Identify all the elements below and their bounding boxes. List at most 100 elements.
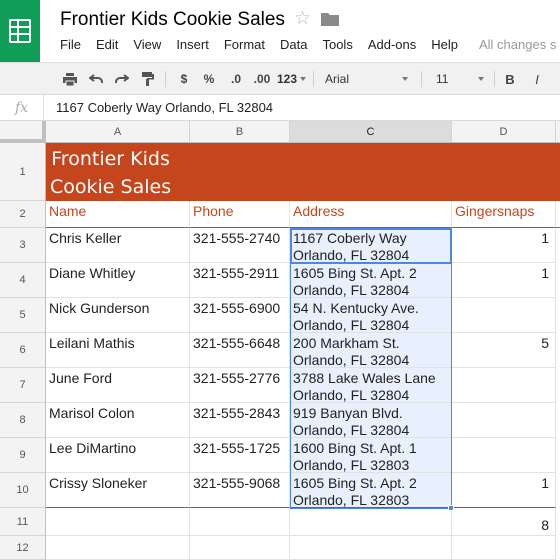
address-line-2: Orlando, FL 32804	[293, 387, 410, 403]
sheets-logo-icon[interactable]	[0, 0, 40, 62]
row-header-3[interactable]: 3	[0, 228, 46, 263]
cell-empty[interactable]	[190, 536, 290, 560]
currency-format-button[interactable]: $	[175, 63, 193, 95]
cell-empty[interactable]	[452, 536, 556, 560]
cell-name[interactable]: Crissy Sloneker	[46, 473, 190, 508]
address-line-1: 919 Banyan Blvd.	[293, 405, 403, 421]
header-cell-gingersnaps[interactable]: Gingersnaps	[452, 201, 556, 228]
header-cell-name[interactable]: Name	[46, 201, 190, 228]
cell-total-gingersnaps[interactable]: 8	[452, 508, 556, 536]
cell-empty[interactable]	[190, 508, 290, 536]
title-banner[interactable]: Frontier Kids Cookie Sales	[46, 143, 560, 201]
row-header-4[interactable]: 4	[0, 263, 46, 298]
cell-empty[interactable]	[46, 508, 190, 536]
font-family-dropdown[interactable]: Arial	[325, 63, 410, 95]
save-status[interactable]: All changes s	[479, 37, 556, 55]
cell-name[interactable]: Diane Whitley	[46, 263, 190, 298]
menu-bar: File Edit View Insert Format Data Tools …	[60, 37, 556, 55]
cell-gingersnaps[interactable]: 5	[452, 333, 556, 368]
row-header-12[interactable]: 12	[0, 536, 46, 560]
cell-name[interactable]: Leilani Mathis	[46, 333, 190, 368]
cell-gingersnaps[interactable]	[452, 403, 556, 438]
fill-handle[interactable]	[448, 505, 454, 511]
column-header-b[interactable]: B	[190, 121, 290, 143]
cell-name[interactable]: Marisol Colon	[46, 403, 190, 438]
cell-name[interactable]: Nick Gunderson	[46, 298, 190, 333]
row-header-11[interactable]: 11	[0, 508, 46, 536]
column-header-a[interactable]: A	[46, 121, 190, 143]
cell-address[interactable]: 1167 Coberly Way Orlando, FL 32804	[290, 228, 452, 263]
select-all-corner[interactable]	[0, 121, 46, 143]
header-cell-e[interactable]: L	[556, 201, 560, 228]
font-size-dropdown[interactable]: 11	[436, 63, 486, 95]
row-header-7[interactable]: 7	[0, 368, 46, 403]
address-line-1: 3788 Lake Wales Lane	[293, 370, 436, 386]
cell-phone[interactable]: 321-555-1725	[190, 438, 290, 473]
menu-add-ons[interactable]: Add-ons	[368, 37, 416, 55]
cell-gingersnaps[interactable]: 1	[452, 473, 556, 508]
cell-gingersnaps[interactable]	[452, 368, 556, 403]
menu-view[interactable]: View	[133, 37, 161, 55]
row-header-5[interactable]: 5	[0, 298, 46, 333]
cell-phone[interactable]: 321-555-6648	[190, 333, 290, 368]
cell-address[interactable]: 1600 Bing St. Apt. 1 Orlando, FL 32803	[290, 438, 452, 473]
menu-insert[interactable]: Insert	[176, 37, 209, 55]
cell-phone[interactable]: 321-555-2776	[190, 368, 290, 403]
cell-empty[interactable]	[46, 536, 190, 560]
header-cell-phone[interactable]: Phone	[190, 201, 290, 228]
row-header-1[interactable]: 1	[0, 143, 46, 201]
star-icon[interactable]: ☆	[294, 7, 311, 30]
column-header-d[interactable]: D	[452, 121, 556, 143]
cell-gingersnaps[interactable]: 1	[452, 228, 556, 263]
cell-address[interactable]: 919 Banyan Blvd. Orlando, FL 32804	[290, 403, 452, 438]
menu-format[interactable]: Format	[224, 37, 265, 55]
column-header-e[interactable]	[556, 121, 560, 143]
cell-empty[interactable]	[290, 536, 452, 560]
row-header-8[interactable]: 8	[0, 403, 46, 438]
increase-decimal-button[interactable]: .00	[250, 63, 274, 95]
column-header-c[interactable]: C	[290, 121, 452, 143]
menu-tools[interactable]: Tools	[322, 37, 352, 55]
bold-button[interactable]: B	[500, 63, 520, 95]
cell-gingersnaps[interactable]	[452, 298, 556, 333]
cell-address[interactable]: 200 Markham St. Orlando, FL 32804	[290, 333, 452, 368]
cell-gingersnaps[interactable]	[452, 438, 556, 473]
cell-name[interactable]: June Ford	[46, 368, 190, 403]
menu-data[interactable]: Data	[280, 37, 307, 55]
cell-gingersnaps[interactable]: 1	[452, 263, 556, 298]
undo-icon[interactable]	[85, 63, 107, 95]
cell-phone[interactable]: 321-555-6900	[190, 298, 290, 333]
row-header-6[interactable]: 6	[0, 333, 46, 368]
cell-phone[interactable]: 321-555-9068	[190, 473, 290, 508]
cell-name[interactable]: Lee DiMartino	[46, 438, 190, 473]
cell-address[interactable]: 54 N. Kentucky Ave. Orlando, FL 32804	[290, 298, 452, 333]
more-formats-dropdown[interactable]: 123	[277, 63, 307, 95]
paint-format-icon[interactable]	[137, 63, 159, 95]
print-icon[interactable]	[59, 63, 81, 95]
cell-phone[interactable]: 321-555-2911	[190, 263, 290, 298]
address-line-2: Orlando, FL 32804	[293, 317, 410, 333]
row-header-10[interactable]: 10	[0, 473, 46, 508]
menu-file[interactable]: File	[60, 37, 81, 55]
cell-phone[interactable]: 321-555-2843	[190, 403, 290, 438]
header-cell-address[interactable]: Address	[290, 201, 452, 228]
percent-format-button[interactable]: %	[200, 63, 218, 95]
folder-icon[interactable]	[321, 12, 339, 31]
row-header-9[interactable]: 9	[0, 438, 46, 473]
cell-address[interactable]: 3788 Lake Wales Lane Orlando, FL 32804	[290, 368, 452, 403]
row-header-2[interactable]: 2	[0, 201, 46, 228]
formula-input[interactable]: 1167 Coberly Way Orlando, FL 32804	[56, 100, 273, 115]
spreadsheet-grid[interactable]: A B C D 1 2 3 4 5 6 7 8 9 10 11 12 Front…	[0, 121, 560, 560]
menu-help[interactable]: Help	[431, 37, 458, 55]
cell-empty[interactable]	[290, 508, 452, 536]
document-title[interactable]: Frontier Kids Cookie Sales	[60, 9, 285, 31]
decrease-decimal-button[interactable]: .0	[225, 63, 247, 95]
cell-name[interactable]: Chris Keller	[46, 228, 190, 263]
menu-edit[interactable]: Edit	[96, 37, 118, 55]
cell-address[interactable]: 1605 Bing St. Apt. 2 Orlando, FL 32803	[290, 473, 452, 508]
address-line-2: Orlando, FL 32804	[293, 422, 410, 438]
redo-icon[interactable]	[111, 63, 133, 95]
cell-address[interactable]: 1605 Bing St. Apt. 2 Orlando, FL 32804	[290, 263, 452, 298]
cell-phone[interactable]: 321-555-2740	[190, 228, 290, 263]
italic-button[interactable]: I	[527, 63, 547, 95]
